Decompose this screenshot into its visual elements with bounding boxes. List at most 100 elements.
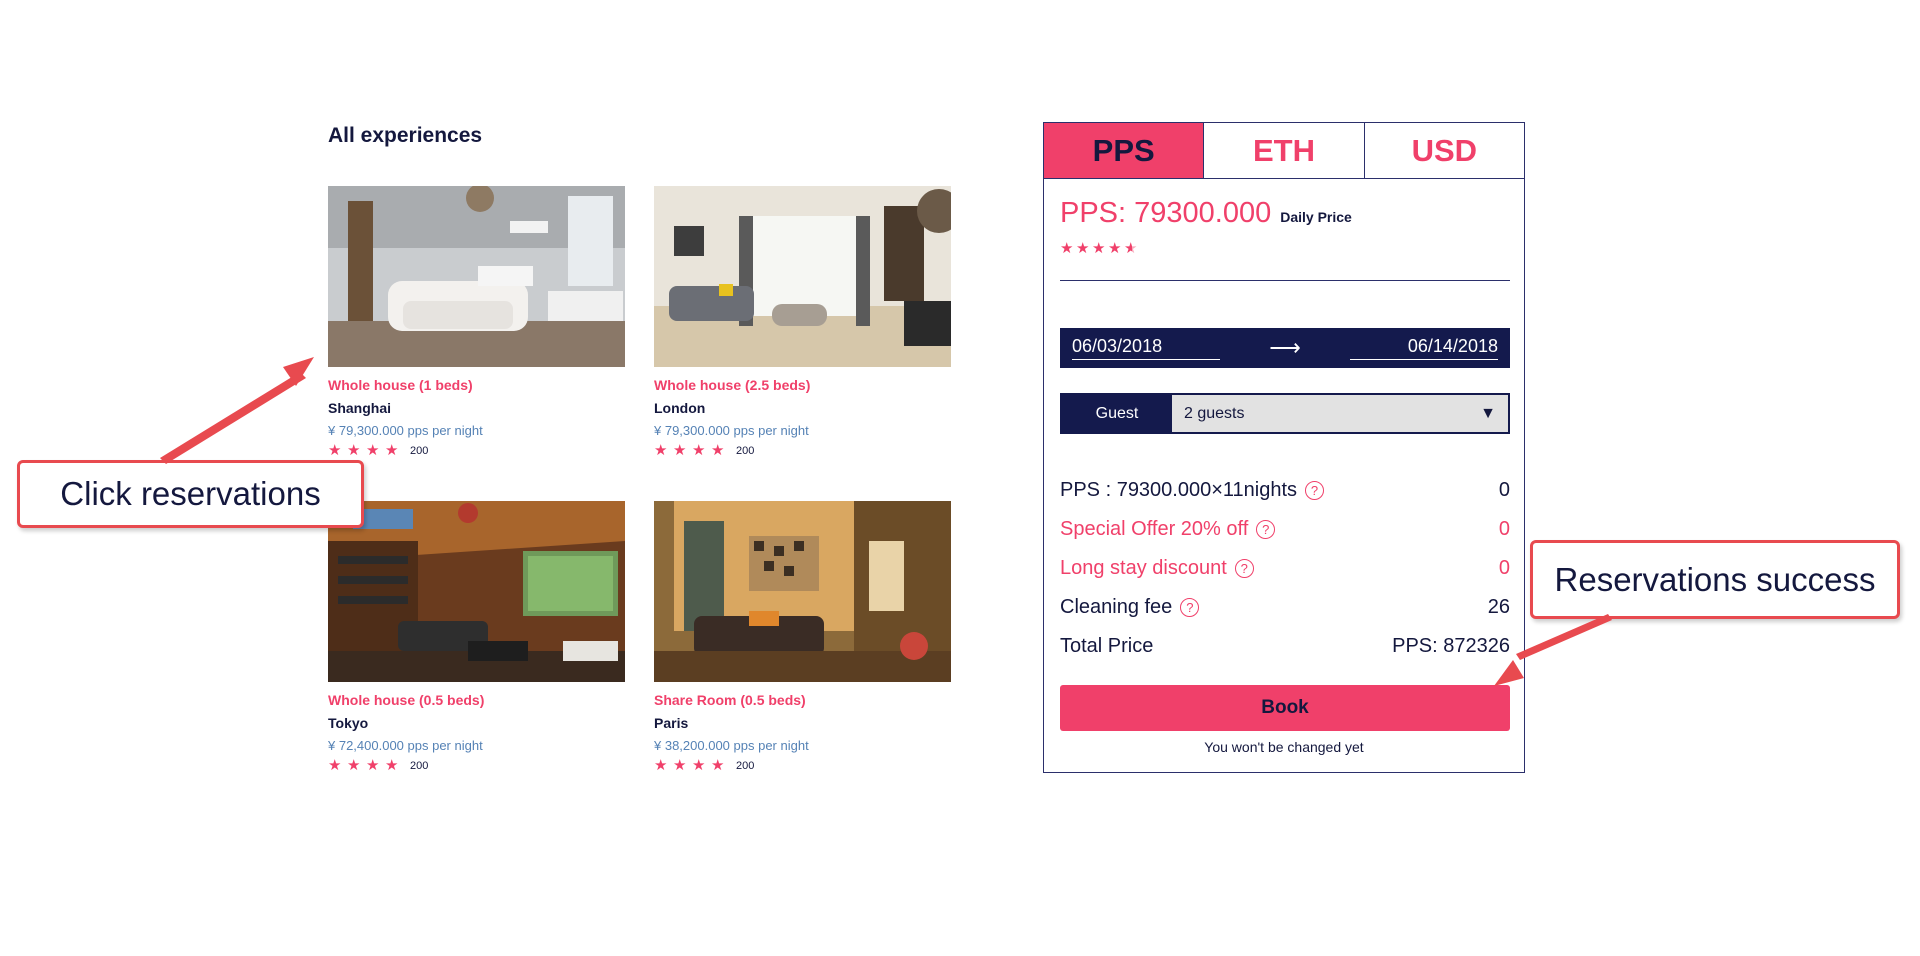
- divider: [1060, 280, 1510, 281]
- star-icon: ★: [711, 757, 725, 774]
- star-icon: ★: [1076, 240, 1090, 257]
- listing-type: Whole house (2.5 beds): [654, 377, 811, 393]
- star-icon: ★: [711, 442, 725, 459]
- star-icon: ★: [1060, 240, 1074, 257]
- tab-eth[interactable]: ETH: [1204, 123, 1365, 178]
- book-button[interactable]: Book: [1060, 685, 1510, 731]
- listing-rating: ★ ★ ★ ★ 200: [328, 757, 625, 774]
- guest-value: 2 guests: [1184, 404, 1245, 422]
- review-count: 200: [736, 760, 755, 772]
- fee-row-cleaning: Cleaning fee? 26: [1060, 588, 1510, 627]
- listing-card-tokyo[interactable]: Whole house (0.5 beds) Tokyo ¥ 72,400.00…: [328, 501, 625, 773]
- callout-click-reservations: Click reservations: [17, 460, 364, 528]
- listing-price: ¥ 72,400.000 pps per night: [328, 738, 483, 753]
- fee-value: 26: [1487, 596, 1510, 618]
- date-range: 06/03/2018 ⟶ 06/14/2018: [1060, 328, 1510, 368]
- star-icon: ★: [347, 442, 361, 459]
- guest-dropdown[interactable]: 2 guests ▼: [1172, 395, 1508, 432]
- star-icon: ★: [692, 442, 706, 459]
- currency-tabs: PPS ETH USD: [1044, 123, 1524, 179]
- fee-breakdown: PPS : 79300.000×11nights? 0 Special Offe…: [1060, 471, 1510, 666]
- bedroom-image: [654, 501, 951, 682]
- listing-rating: ★ ★ ★ ★ 200: [328, 442, 625, 459]
- star-icon: ★: [366, 757, 380, 774]
- help-icon[interactable]: ?: [1234, 559, 1254, 578]
- fee-row-special-offer: Special Offer 20% off? 0: [1060, 510, 1510, 549]
- star-icon: ★: [366, 442, 380, 459]
- star-icon: ★: [654, 757, 668, 774]
- arrow-line: [1516, 614, 1612, 660]
- listing-type: Share Room (0.5 beds): [654, 692, 806, 708]
- fee-label: PPS : 79300.000×11nights: [1060, 479, 1298, 501]
- star-icon: ★: [654, 442, 668, 459]
- daily-price: PPS: 79300.000 Daily Price: [1060, 197, 1352, 230]
- listing-city: Paris: [654, 715, 689, 731]
- price-value: PPS: 79300.000: [1060, 197, 1272, 229]
- panel-rating: ★ ★ ★ ★ ★: [1060, 239, 1140, 257]
- star-icon: ★: [673, 442, 687, 459]
- listing-city: Tokyo: [328, 715, 369, 731]
- fee-value: 0: [1498, 518, 1510, 540]
- cabin-room-image: [328, 501, 625, 682]
- fee-value: 0: [1498, 557, 1510, 579]
- listing-price: ¥ 38,200.000 pps per night: [654, 738, 809, 753]
- listing-city: London: [654, 400, 706, 416]
- check-out-date[interactable]: 06/14/2018: [1349, 336, 1498, 360]
- listing-photo[interactable]: [654, 501, 951, 682]
- listing-photo[interactable]: [328, 501, 625, 682]
- living-room-image: [654, 186, 951, 367]
- booking-panel: PPS ETH USD PPS: 79300.000 Daily Price ★…: [1043, 122, 1525, 773]
- listing-card-london[interactable]: Whole house (2.5 beds) London ¥ 79,300.0…: [654, 186, 951, 458]
- listing-type: Whole house (0.5 beds): [328, 692, 485, 708]
- caret-down-icon: ▼: [1480, 404, 1496, 422]
- star-icon: ★: [347, 757, 361, 774]
- fee-row-long-stay: Long stay discount? 0: [1060, 549, 1510, 588]
- price-label: Daily Price: [1280, 209, 1352, 225]
- fee-label: Cleaning fee: [1060, 596, 1173, 618]
- fee-label: Special Offer 20% off: [1060, 518, 1249, 540]
- review-count: 200: [736, 445, 755, 457]
- half-star-icon: ★: [1124, 239, 1140, 257]
- listing-rating: ★ ★ ★ ★ 200: [654, 757, 951, 774]
- listing-type: Whole house (1 beds): [328, 377, 473, 393]
- fee-row-total: Total Price PPS: 872326: [1060, 627, 1510, 666]
- star-icon: ★: [328, 442, 342, 459]
- arrowhead-icon: [283, 357, 314, 386]
- listing-photo[interactable]: [328, 186, 625, 367]
- listing-price: ¥ 79,300.000 pps per night: [328, 423, 483, 438]
- star-icon: ★: [1092, 240, 1106, 257]
- tab-usd[interactable]: USD: [1365, 123, 1524, 178]
- check-in-date[interactable]: 06/03/2018: [1072, 336, 1220, 360]
- review-count: 200: [410, 445, 429, 457]
- callout-reservations-success: Reservations success: [1530, 540, 1900, 619]
- star-icon: ★: [692, 757, 706, 774]
- listing-price: ¥ 79,300.000 pps per night: [654, 423, 809, 438]
- help-icon[interactable]: ?: [1180, 598, 1200, 617]
- fee-value: 0: [1498, 479, 1510, 501]
- listing-city: Shanghai: [328, 400, 392, 416]
- listing-card-shanghai[interactable]: Whole house (1 beds) Shanghai ¥ 79,300.0…: [328, 186, 625, 458]
- star-icon: ★: [1108, 240, 1122, 257]
- listing-rating: ★ ★ ★ ★ 200: [654, 442, 951, 459]
- listing-photo[interactable]: [654, 186, 951, 367]
- listing-card-paris[interactable]: Share Room (0.5 beds) Paris ¥ 38,200.000…: [654, 501, 951, 773]
- charge-note: You won't be changed yet: [1204, 739, 1364, 755]
- star-icon: ★: [673, 757, 687, 774]
- fee-label: Long stay discount: [1060, 557, 1227, 579]
- help-icon[interactable]: ?: [1256, 520, 1276, 539]
- fee-label: Total Price: [1060, 635, 1154, 657]
- arrow-line: [160, 372, 306, 464]
- tab-pps[interactable]: PPS: [1044, 123, 1205, 178]
- star-icon: ★: [328, 757, 342, 774]
- star-icon: ★: [385, 757, 399, 774]
- guest-selector: Guest 2 guests ▼: [1060, 393, 1510, 434]
- fee-row-nightly: PPS : 79300.000×11nights? 0: [1060, 471, 1510, 510]
- fee-value: PPS: 872326: [1392, 635, 1510, 657]
- living-room-image: [328, 186, 625, 367]
- section-title: All experiences: [328, 124, 483, 147]
- guest-label: Guest: [1062, 395, 1172, 432]
- star-icon: ★: [385, 442, 399, 459]
- review-count: 200: [410, 760, 429, 772]
- help-icon[interactable]: ?: [1305, 481, 1325, 500]
- arrow-right-icon: ⟶: [1269, 335, 1301, 360]
